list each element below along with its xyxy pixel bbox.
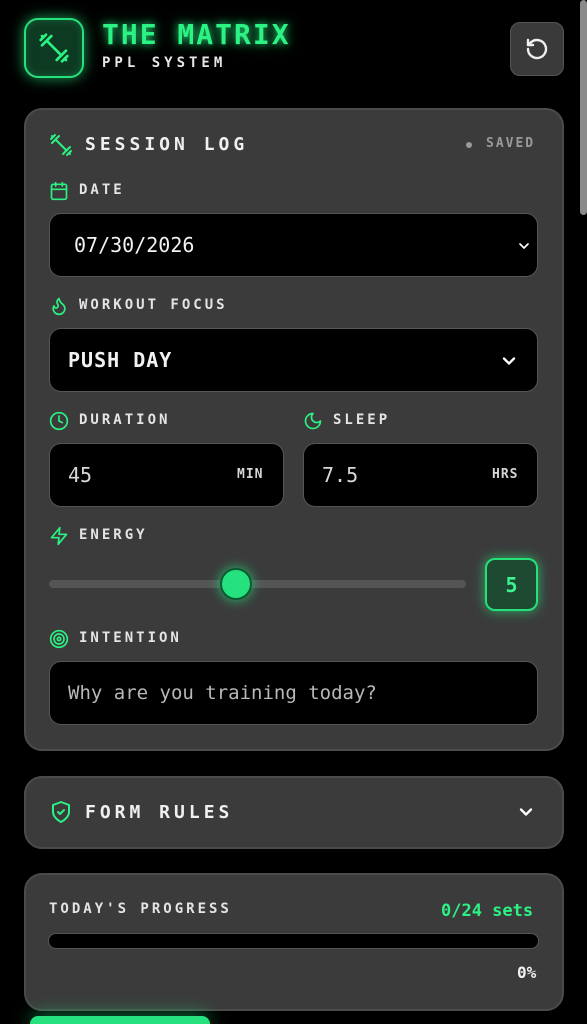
workout-focus-label: WORKOUT FOCUS xyxy=(79,297,228,313)
scrollbar[interactable] xyxy=(580,0,587,215)
chevron-down-icon xyxy=(519,243,529,249)
app-title: THE MATRIX xyxy=(102,18,291,51)
rotate-ccw-icon xyxy=(526,38,548,60)
intention-placeholder: Why are you training today? xyxy=(68,682,377,704)
session-log-title: SESSION LOG xyxy=(85,134,249,155)
shield-check-icon xyxy=(49,800,73,824)
progress-percent: 0% xyxy=(517,963,537,982)
sleep-input[interactable]: 7.5 HRS xyxy=(303,443,538,507)
date-value: 07/30/2026 xyxy=(74,233,195,257)
moon-icon xyxy=(303,411,323,431)
flame-icon xyxy=(49,296,69,316)
target-icon xyxy=(49,629,69,649)
sleep-label: SLEEP xyxy=(333,412,391,428)
duration-unit: MIN xyxy=(237,467,264,482)
sleep-unit: HRS xyxy=(492,467,519,482)
session-log-card xyxy=(24,108,564,751)
date-input[interactable]: 07/30/2026 xyxy=(49,213,538,277)
date-label: DATE xyxy=(79,182,125,198)
workout-focus-value: PUSH DAY xyxy=(68,348,173,372)
app-logo xyxy=(24,18,84,78)
progress-title: TODAY'S PROGRESS xyxy=(49,901,232,917)
app-subtitle: PPL SYSTEM xyxy=(102,55,227,71)
intention-label: INTENTION xyxy=(79,630,182,646)
saved-indicator-dot xyxy=(466,142,472,148)
duration-value: 45 xyxy=(68,463,93,487)
reset-button[interactable] xyxy=(510,22,564,76)
duration-label: DURATION xyxy=(79,412,171,428)
progress-count: 0/24 sets xyxy=(441,901,534,921)
duration-input[interactable]: 45 MIN xyxy=(49,443,284,507)
chevron-down-icon xyxy=(516,802,536,822)
intention-input[interactable]: Why are you training today? xyxy=(49,661,538,725)
chevron-down-icon xyxy=(502,357,516,365)
energy-slider-thumb[interactable] xyxy=(220,568,252,600)
sleep-value: 7.5 xyxy=(322,463,359,487)
bottom-action-glow[interactable] xyxy=(30,1016,210,1024)
session-log-icon xyxy=(49,133,73,157)
saved-status: SAVED xyxy=(486,136,536,151)
clock-icon xyxy=(49,411,69,431)
energy-value-badge: 5 xyxy=(485,558,538,611)
dumbbell-icon xyxy=(39,33,69,63)
zap-icon xyxy=(49,526,69,546)
form-rules-title: FORM RULES xyxy=(85,802,234,823)
workout-focus-select[interactable]: PUSH DAY xyxy=(49,328,538,392)
calendar-icon xyxy=(49,181,69,201)
dumbbell-icon xyxy=(50,134,72,156)
energy-label: ENERGY xyxy=(79,527,148,543)
progress-bar xyxy=(48,933,539,949)
energy-slider-track[interactable] xyxy=(49,580,466,588)
